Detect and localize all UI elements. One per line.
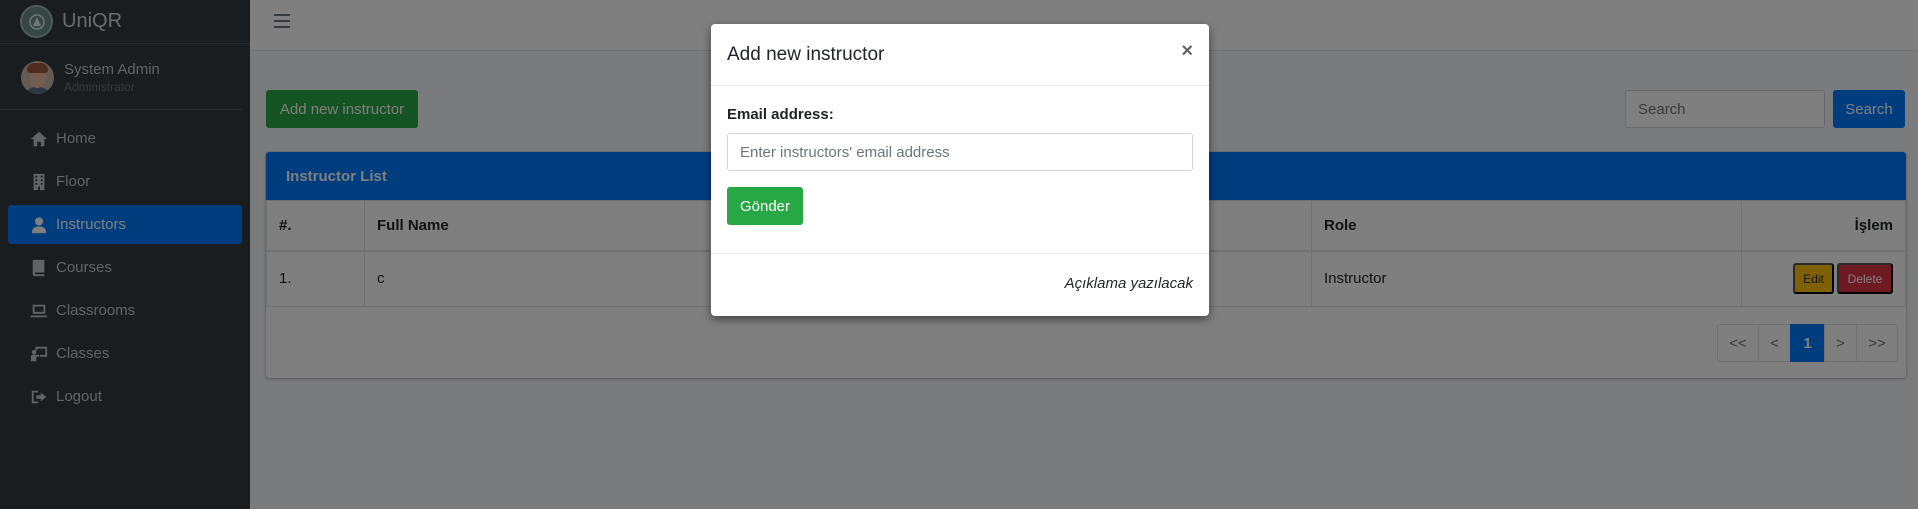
footer-note: Açıklama yazılacak: [1064, 274, 1193, 292]
add-instructor-modal: Add new instructor × Email address: Ente…: [711, 24, 1209, 316]
modal-header: Add new instructor ×: [711, 24, 1209, 86]
close-icon[interactable]: ×: [1181, 40, 1193, 63]
email-label: Email address:: [727, 106, 834, 123]
email-field[interactable]: Enter instructors' email address: [727, 133, 1193, 171]
modal-body: Email address: Enter instructors' email …: [711, 86, 1209, 254]
modal-footer: Açıklama yazılacak: [711, 254, 1209, 312]
submit-button[interactable]: Gönder: [727, 187, 803, 225]
modal-title: Add new instructor: [727, 43, 885, 65]
